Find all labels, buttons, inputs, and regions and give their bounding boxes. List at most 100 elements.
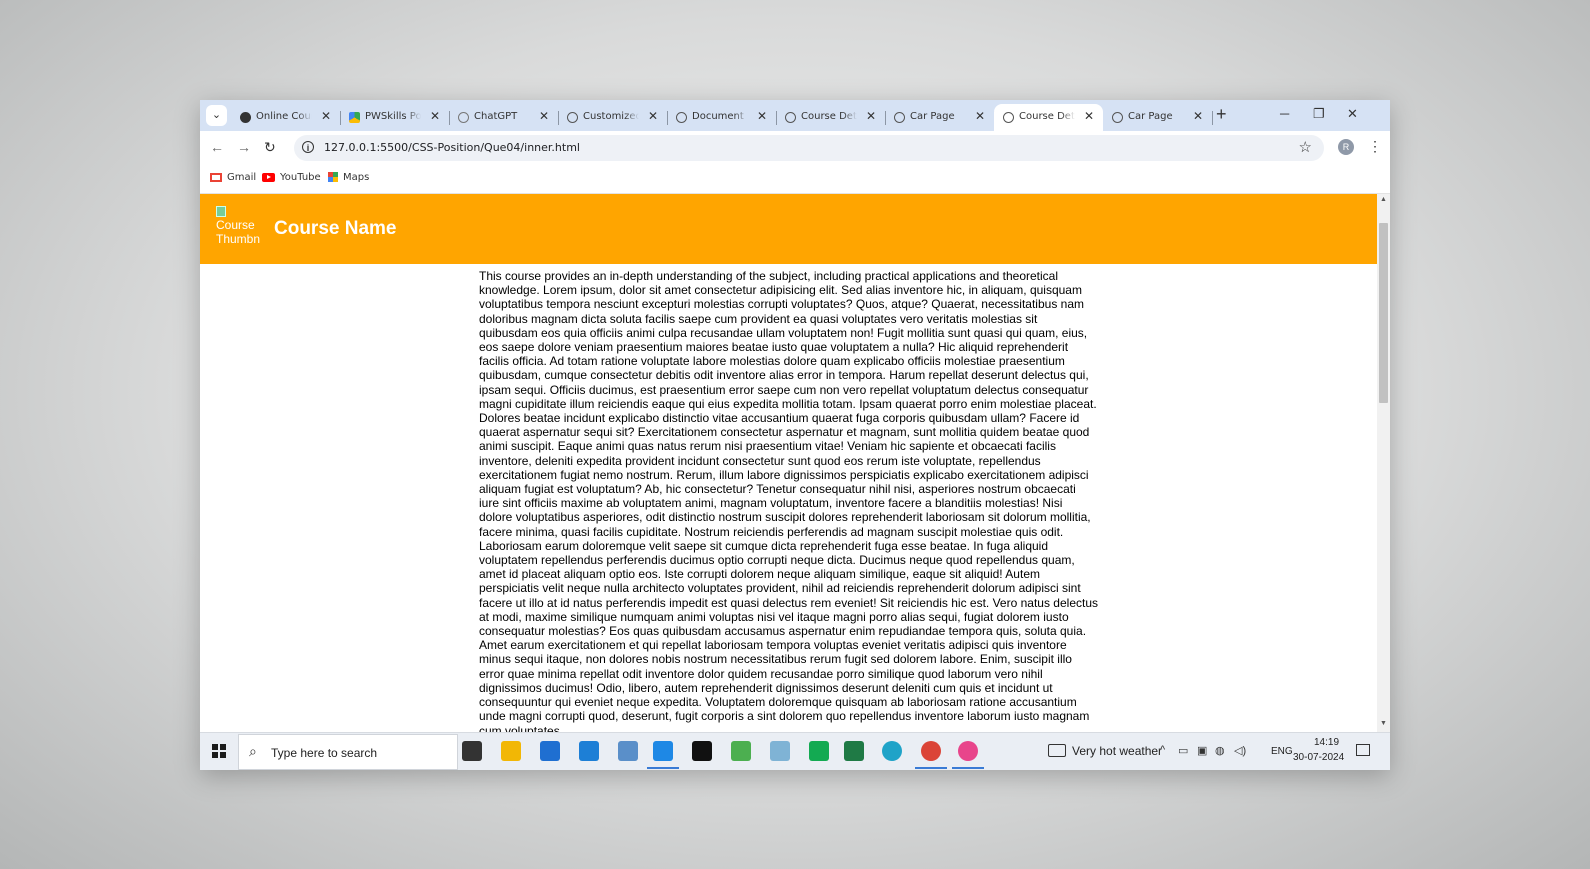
tab-title: Online Courses xyxy=(256,111,312,122)
tab-close-icon[interactable]: ✕ xyxy=(1193,109,1203,123)
dark-globe-icon xyxy=(240,112,251,123)
tab-close-icon[interactable]: ✕ xyxy=(321,109,331,123)
minimize-button[interactable]: ─ xyxy=(1280,106,1289,121)
globe-icon xyxy=(1112,112,1123,123)
mongodb-compass-icon[interactable] xyxy=(809,741,829,761)
globe-icon xyxy=(1003,112,1014,123)
tab-title: Car Page xyxy=(1128,111,1173,122)
display-icon[interactable]: ▣ xyxy=(1197,744,1207,757)
tab-2[interactable]: ChatGPT ✕ xyxy=(449,104,559,131)
running-indicator xyxy=(647,767,679,769)
tab-4[interactable]: Document ✕ xyxy=(667,104,777,131)
gmail-icon xyxy=(210,172,222,182)
paint-icon[interactable] xyxy=(958,741,978,761)
scrollbar-thumb[interactable] xyxy=(1379,223,1388,403)
task-view-icon[interactable] xyxy=(462,741,482,761)
broken-image-icon xyxy=(216,206,226,217)
tab-title: Car Page xyxy=(910,111,955,122)
tab-1[interactable]: PWSkills Posts ✕ xyxy=(340,104,450,131)
tab-close-icon[interactable]: ✕ xyxy=(866,109,876,123)
mongodb-icon[interactable] xyxy=(844,741,864,761)
vscode-icon[interactable] xyxy=(653,741,673,761)
windows-start-icon[interactable] xyxy=(212,744,226,758)
edge-icon[interactable] xyxy=(882,741,902,761)
tab-strip: ⌄ Online Courses ✕ PWSkills Posts ✕ ChatGPT ✕… xyxy=(200,100,1390,131)
weather-icon[interactable] xyxy=(1048,744,1066,757)
tab-close-icon[interactable]: ✕ xyxy=(539,109,549,123)
page-viewport: Course Thumbnail Course Name This course… xyxy=(200,194,1377,732)
tab-close-icon[interactable]: ✕ xyxy=(975,109,985,123)
tab-6[interactable]: Car Page ✕ xyxy=(885,104,995,131)
tab-7[interactable]: Course Details ✕ xyxy=(994,104,1103,131)
tab-0[interactable]: Online Courses ✕ xyxy=(231,104,341,131)
tab-close-icon[interactable]: ✕ xyxy=(430,109,440,123)
clock-time[interactable]: 14:19 xyxy=(1314,737,1339,748)
scroll-down-arrow-icon[interactable]: ▼ xyxy=(1380,720,1387,727)
course-thumbnail: Course Thumbnail xyxy=(216,206,260,250)
tab-title: Course Details xyxy=(1019,111,1075,122)
tab-search-button[interactable]: ⌄ xyxy=(206,105,227,126)
bookmark-maps[interactable]: Maps xyxy=(328,172,369,183)
bookmarks-bar: Gmail YouTube Maps xyxy=(200,165,1390,194)
back-icon[interactable]: ← xyxy=(210,139,224,155)
forward-icon[interactable]: → xyxy=(237,139,251,155)
url-text[interactable]: 127.0.0.1:5500/CSS-Position/Que04/inner.… xyxy=(324,141,580,154)
course-description: This course provides an in-depth underst… xyxy=(479,269,1098,732)
chevron-up-icon[interactable]: ^ xyxy=(1160,744,1165,756)
tab-title: Customized Form xyxy=(583,111,639,122)
address-bar[interactable]: i 127.0.0.1:5500/CSS-Position/Que04/inne… xyxy=(294,135,1324,161)
globe-icon xyxy=(894,112,905,123)
globe-icon xyxy=(676,112,687,123)
volume-icon[interactable]: ◁) xyxy=(1234,744,1246,757)
chatgpt-icon xyxy=(458,112,469,123)
mail-icon[interactable] xyxy=(579,741,599,761)
chrome-icon[interactable] xyxy=(921,741,941,761)
tab-8[interactable]: Car Page ✕ xyxy=(1103,104,1213,131)
meet-icon[interactable]: ▭ xyxy=(1178,744,1188,757)
bookmark-star-icon[interactable]: ☆ xyxy=(1299,138,1312,156)
reload-icon[interactable]: ↻ xyxy=(264,139,276,156)
restore-button[interactable]: ❐ xyxy=(1313,106,1325,122)
thumbnail-alt-text: Course Thumbnail xyxy=(216,218,260,246)
bookmark-gmail[interactable]: Gmail xyxy=(210,172,256,183)
tab-separator xyxy=(1212,111,1213,125)
window-close-button[interactable]: ✕ xyxy=(1347,106,1358,122)
tab-close-icon[interactable]: ✕ xyxy=(1084,109,1094,123)
files-icon[interactable] xyxy=(618,741,638,761)
weather-text[interactable]: Very hot weather xyxy=(1072,744,1162,758)
vertical-scrollbar[interactable]: ▲ ▼ xyxy=(1377,194,1390,732)
globe-icon xyxy=(567,112,578,123)
app-icon[interactable] xyxy=(770,741,790,761)
taskbar-search[interactable]: ⌕ Type here to search xyxy=(238,734,458,770)
notification-icon[interactable] xyxy=(1356,744,1370,756)
network-globe-icon[interactable]: ◍ xyxy=(1215,744,1225,757)
profile-avatar[interactable]: R xyxy=(1338,139,1354,155)
search-placeholder[interactable]: Type here to search xyxy=(271,746,377,760)
file-explorer-icon[interactable] xyxy=(501,741,521,761)
youtube-icon xyxy=(262,172,275,182)
terminal-icon[interactable] xyxy=(692,741,712,761)
scroll-up-arrow-icon[interactable]: ▲ xyxy=(1380,196,1387,203)
search-icon: ⌕ xyxy=(249,743,257,759)
maps-icon xyxy=(328,172,338,182)
site-info-icon[interactable]: i xyxy=(302,141,314,153)
course-title: Course Name xyxy=(274,218,397,239)
menu-dots-icon[interactable]: ⋮ xyxy=(1368,138,1382,155)
tab-3[interactable]: Customized Form ✕ xyxy=(558,104,668,131)
bookmark-youtube[interactable]: YouTube xyxy=(262,172,321,183)
language-indicator[interactable]: ENG xyxy=(1271,746,1293,757)
tab-title: Course Details xyxy=(801,111,857,122)
browser-window: ⌄ Online Courses ✕ PWSkills Posts ✕ ChatGPT ✕… xyxy=(200,100,1390,770)
new-tab-button[interactable]: + xyxy=(1216,104,1227,125)
tab-5[interactable]: Course Details ✕ xyxy=(776,104,886,131)
tab-close-icon[interactable]: ✕ xyxy=(757,109,767,123)
tab-title: PWSkills Posts xyxy=(365,111,421,122)
tab-close-icon[interactable]: ✕ xyxy=(648,109,658,123)
node-icon[interactable] xyxy=(731,741,751,761)
tab-title: Document xyxy=(692,111,744,122)
taskbar: ⌕ Type here to search Very hot weather ^… xyxy=(200,732,1390,770)
store-icon[interactable] xyxy=(540,741,560,761)
drive-icon xyxy=(349,112,360,123)
clock-date[interactable]: 30-07-2024 xyxy=(1293,752,1344,763)
bookmark-label: Gmail xyxy=(227,172,257,183)
